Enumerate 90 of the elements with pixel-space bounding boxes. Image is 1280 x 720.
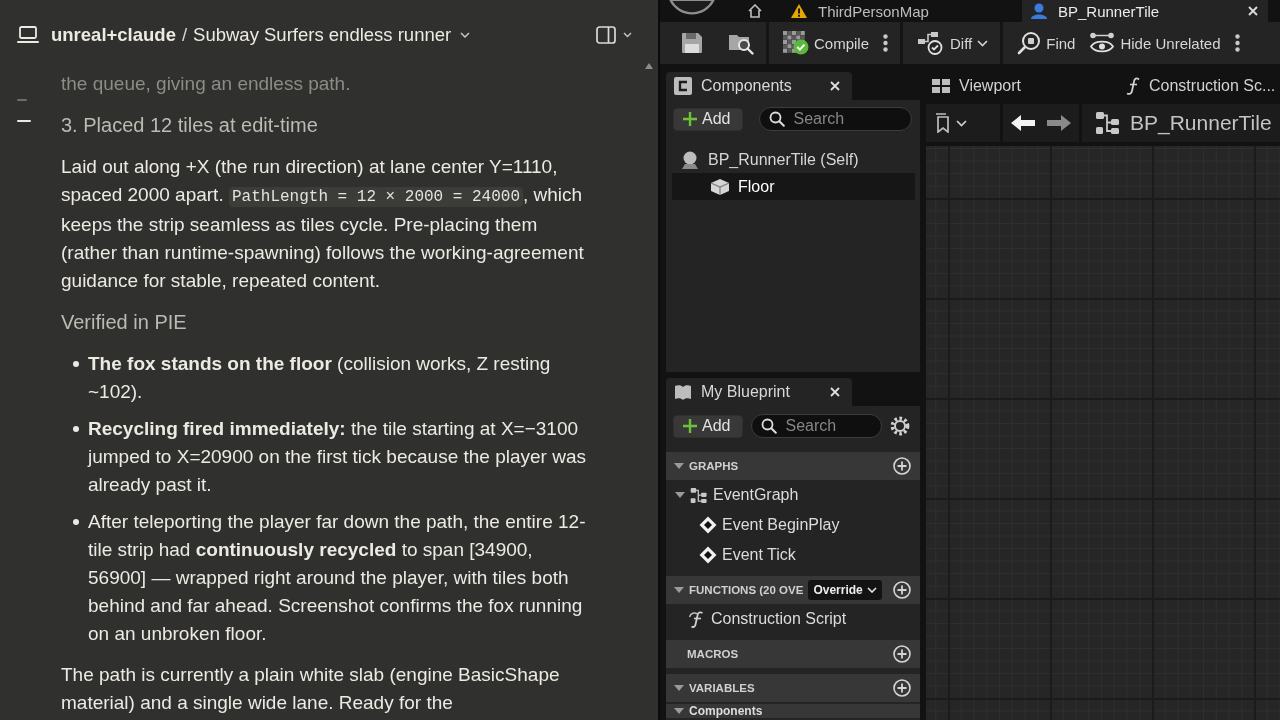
chevron-down-icon (460, 32, 471, 38)
search-field[interactable]: Search (751, 414, 882, 438)
paragraph: Laid out along +X (the run direction) at lane center Y=1110, spaced 2000 apart. PathLength = 12 × 2000 = 24000, which keeps the strip seamless as tiles cycle. Pre-placing them (rather than runtime-spawning) follows the working-agreement guidance for stable, repeated content. (61, 155, 585, 293)
sphere-stand-icon (680, 149, 700, 170)
paragraph: The path is currently a plain white slab (engine BasicShape material) and a single wide lane. Ready for the (61, 663, 561, 715)
plus-icon (683, 419, 697, 433)
project-name[interactable]: unreal+claude (51, 24, 176, 46)
grid-panes-icon (932, 79, 950, 93)
override-dropdown[interactable]: Override (808, 580, 882, 600)
section-heading: Verified in PIE (61, 310, 188, 335)
path-separator: / (181, 24, 188, 46)
close-icon[interactable] (830, 81, 840, 91)
tree-item[interactable]: Construction Script (666, 604, 920, 634)
warning-icon (790, 3, 808, 19)
plus-circle-icon[interactable] (893, 581, 911, 599)
cube-icon (710, 177, 730, 196)
diamond-icon (699, 546, 717, 564)
tree-item[interactable]: Event Tick (666, 540, 920, 570)
expand-arrow-icon[interactable] (674, 708, 684, 714)
search-field[interactable]: Search (759, 107, 912, 131)
ring-icon[interactable] (668, 0, 716, 16)
arrow-left-icon[interactable] (1011, 114, 1035, 132)
home-icon[interactable] (748, 4, 762, 18)
tree-item[interactable]: BP_RunnerTile (Self) (672, 146, 915, 173)
plus-icon (683, 112, 697, 126)
section-heading: 3. Placed 12 tiles at edit-time (61, 113, 319, 138)
node-tree-icon (690, 486, 708, 504)
graph-title: BP_RunnerTile (1130, 111, 1272, 135)
kebab-menu-icon[interactable] (883, 34, 889, 52)
document-tab[interactable]: ThirdPersonMap (782, 0, 1014, 22)
list-item-text: After teleporting the player far down the path, the entire 12-tile strip had continuously recycled to span [34900, 56900] — wrapped right around the player, with tiles both behind and far ahead. Screenshot confirms the fox running on an unbroken floor. (88, 510, 587, 646)
panel-tab[interactable]: My Blueprint (666, 378, 852, 406)
diff-button[interactable]: Diff (917, 31, 989, 55)
list-item-text: Recycling fired immediately: the tile starting at X=−3100 jumped to X=20900 on the first tick because the player was already past it. (88, 417, 587, 497)
document-tab[interactable]: BP_RunnerTile (1022, 0, 1268, 22)
person-icon (1030, 3, 1048, 19)
laptop-icon (17, 26, 39, 44)
component-icon (674, 77, 692, 95)
section-header[interactable]: VARIABLES (666, 674, 920, 702)
bullet-icon (73, 519, 79, 525)
panel-tab[interactable]: Components (666, 72, 852, 100)
expand-arrow-icon[interactable] (674, 463, 684, 469)
chevron-down-icon (623, 32, 632, 38)
category-header[interactable]: Components (666, 704, 920, 718)
paragraph: the queue, giving an endless path. (61, 72, 352, 96)
search-icon (769, 111, 786, 127)
chevron-down-icon (866, 587, 877, 593)
editor-tab[interactable]: Viewport (926, 72, 1120, 100)
list-item-text: The fox stands on the floor (collision works, Z resting ~102). (88, 352, 552, 404)
tree-item[interactable]: EventGraph (666, 480, 920, 510)
node-tree-icon (1095, 111, 1121, 135)
editor-tab[interactable]: Construction Sc... (1120, 72, 1276, 100)
close-icon[interactable] (1248, 6, 1258, 16)
diamond-icon (699, 516, 717, 534)
add-button[interactable]: Add (673, 107, 744, 131)
plus-circle-icon[interactable] (893, 679, 911, 697)
expand-arrow-icon[interactable] (674, 685, 684, 691)
side-panel-icon (596, 26, 616, 44)
find-button[interactable]: Find (1017, 31, 1076, 55)
bookmark-icon (934, 113, 950, 133)
function-icon (1126, 77, 1140, 95)
bullet-icon (73, 426, 79, 432)
close-icon[interactable] (830, 387, 840, 397)
kebab-menu-icon[interactable] (1234, 34, 1240, 52)
hide-unrelated-button[interactable]: Hide Unrelated (1089, 32, 1221, 54)
section-header[interactable]: GRAPHS (666, 452, 920, 480)
tree-item[interactable]: Floor (672, 173, 915, 200)
gear-icon[interactable] (890, 416, 910, 436)
add-button[interactable]: Add (673, 414, 744, 438)
outline-marker[interactable] (17, 99, 27, 101)
checker-check-icon (783, 31, 809, 55)
expand-arrow-icon[interactable] (675, 492, 685, 498)
outline-marker[interactable] (17, 120, 31, 122)
scroll-up-icon[interactable] (645, 63, 653, 69)
chevron-down-icon (956, 119, 967, 127)
sidebar-toggle-button[interactable] (596, 26, 632, 44)
plus-circle-icon[interactable] (893, 645, 911, 663)
plus-circle-icon[interactable] (893, 457, 911, 475)
conversation-title-button[interactable]: Subway Surfers endless runner (193, 24, 471, 46)
expand-arrow-icon[interactable] (674, 587, 684, 593)
tree-item[interactable]: Event BeginPlay (666, 510, 920, 540)
bullet-icon (73, 361, 79, 367)
section-header[interactable]: MACROS (666, 640, 920, 668)
section-header[interactable]: FUNCTIONS (20 OVE Override (666, 576, 920, 604)
function-icon (688, 610, 706, 628)
eye-nodes-icon (1089, 32, 1116, 54)
compile-button[interactable]: Compile (783, 31, 870, 55)
search-icon (761, 418, 778, 434)
book-icon (674, 384, 692, 400)
search-icon (1017, 31, 1042, 55)
